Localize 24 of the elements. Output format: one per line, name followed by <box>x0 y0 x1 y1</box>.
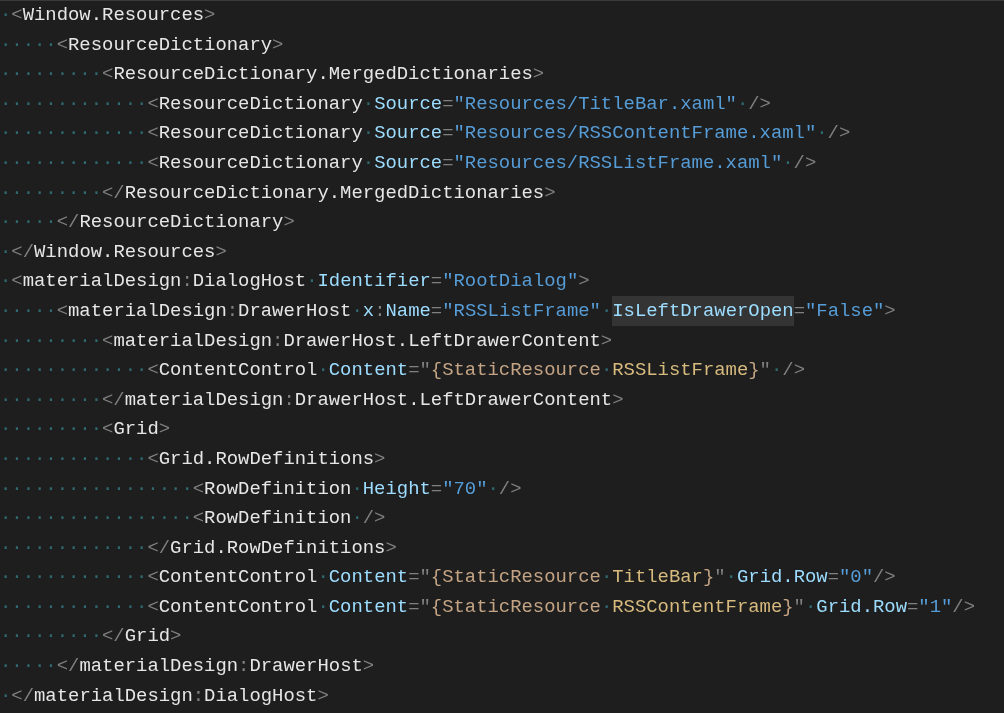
code-line: ·············<ContentControl·Content="{StaticResource·RSSContentFrame}"·Grid.Row="1"/> <box>0 594 977 620</box>
code-line: ·········</materialDesign:DrawerHost.LeftDrawerContent> <box>0 387 625 413</box>
code-line: ·············<ResourceDictionary·Source="Resources/RSSContentFrame.xaml"·/> <box>0 121 852 147</box>
code-line: ·············<ResourceDictionary·Source="Resources/RSSListFrame.xaml"·/> <box>0 150 818 176</box>
code-line: ·················<RowDefinition·Height="70"·/> <box>0 476 523 502</box>
code-line: ·<materialDesign:DialogHost·Identifier="RootDialog"> <box>0 269 591 295</box>
code-line: ·············<Grid.RowDefinitions> <box>0 446 387 472</box>
code-line: ·············<ResourceDictionary·Source="Resources/TitleBar.xaml"·/> <box>0 91 772 117</box>
code-line: ·········<ResourceDictionary.MergedDictionaries> <box>0 62 546 88</box>
code-line: ·············<ContentControl·Content="{StaticResource·TitleBar}"·Grid.Row="0"/> <box>0 565 897 591</box>
code-line: ·····</ResourceDictionary> <box>0 210 296 236</box>
code-line: ·····</materialDesign:DrawerHost> <box>0 654 376 680</box>
code-line: ·</materialDesign:DialogHost> <box>0 683 330 709</box>
code-line: ·····<materialDesign:DrawerHost·x:Name="RSSListFrame"·IsLeftDrawerOpen="False"> <box>0 296 1004 327</box>
code-line: ·········</ResourceDictionary.MergedDictionaries> <box>0 180 557 206</box>
code-line: ·············<ContentControl·Content="{StaticResource·RSSListFrame}"·/> <box>0 358 806 384</box>
code-line: ·····<ResourceDictionary> <box>0 32 285 58</box>
code-line: ·········<materialDesign:DrawerHost.LeftDrawerContent> <box>0 328 614 354</box>
code-line: ·<Window.Resources> <box>0 3 217 28</box>
code-line: ·················<RowDefinition·/> <box>0 506 387 532</box>
code-line: ·········</Grid> <box>0 624 183 650</box>
code-line: ·</Window.Resources> <box>0 239 228 265</box>
code-line: ·········<Grid> <box>0 417 172 443</box>
code-line: ·············</Grid.RowDefinitions> <box>0 535 398 561</box>
